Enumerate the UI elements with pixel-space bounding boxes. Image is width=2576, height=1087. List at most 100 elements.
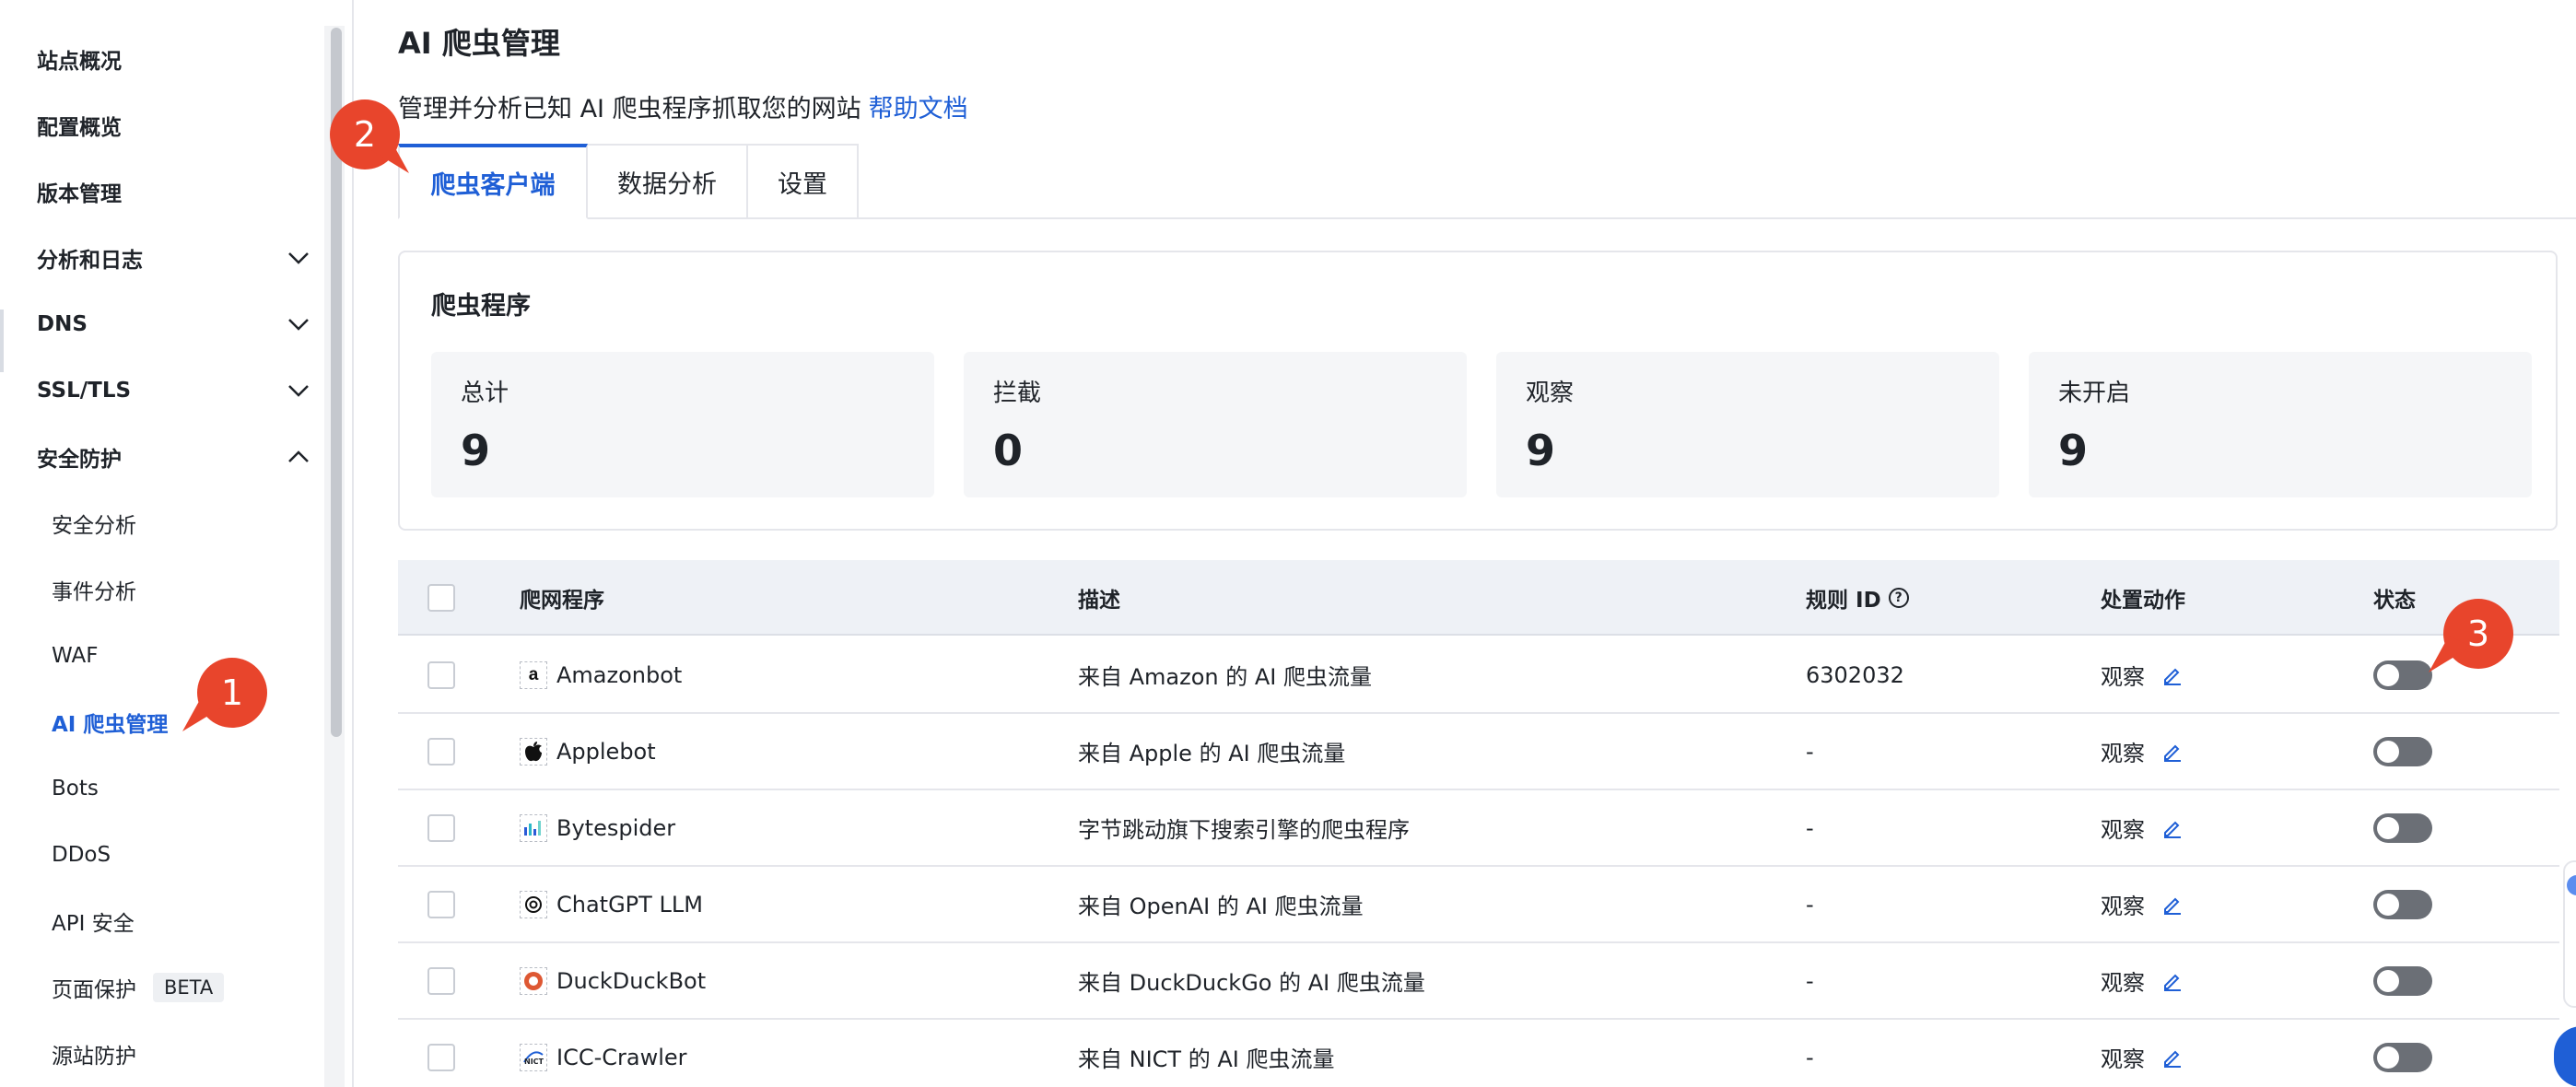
- column-header-label: 规则 ID: [1806, 589, 1881, 613]
- nict-icon: NICT: [520, 1043, 547, 1071]
- tab-settings[interactable]: 设置: [746, 144, 859, 219]
- sidebar-item-analytics-logs[interactable]: 分析和日志: [37, 232, 313, 284]
- row-select-cell: [427, 1020, 455, 1087]
- table-row[interactable]: ChatGPT LLM 来自 OpenAI 的 AI 爬虫流量 - 观察: [398, 867, 2559, 943]
- crawler-summary-card: 爬虫程序 总计 9 拦截 0 观察 9 未开启 9: [398, 251, 2558, 531]
- tab-data-analysis[interactable]: 数据分析: [586, 144, 748, 219]
- description-cell: 来自 DuckDuckGo 的 AI 爬虫流量: [1078, 970, 1425, 996]
- sidebar-item-label: DDoS: [52, 843, 111, 867]
- stat-total: 总计 9: [431, 352, 934, 497]
- edit-icon[interactable]: [2161, 894, 2184, 916]
- sidebar-subitem-waf[interactable]: WAF: [52, 630, 310, 682]
- status-cell: [2373, 637, 2432, 712]
- status-cell: [2373, 1020, 2432, 1087]
- action-label: 观察: [2101, 1046, 2145, 1072]
- row-select-cell: [427, 790, 455, 865]
- row-checkbox[interactable]: [427, 813, 455, 842]
- sidebar-subitem-security-analysis[interactable]: 安全分析: [52, 497, 310, 549]
- row-checkbox[interactable]: [427, 1043, 455, 1071]
- help-docs-link[interactable]: 帮助文档: [869, 95, 968, 123]
- description-cell: 字节跳动旗下搜索引擎的爬虫程序: [1078, 817, 1410, 843]
- chevron-down-icon: [284, 243, 313, 273]
- sidebar-item-label: 页面保护: [52, 978, 136, 1002]
- svg-text:NICT: NICT: [524, 1058, 544, 1066]
- sidebar-subitem-api-security[interactable]: API 安全: [52, 895, 310, 947]
- sidebar-item-ssl-tls[interactable]: SSL/TLS: [37, 365, 313, 416]
- status-toggle[interactable]: [2373, 812, 2432, 843]
- sidebar-item-security[interactable]: 安全防护: [37, 431, 313, 483]
- table-row[interactable]: NICT ICC-Crawler 来自 NICT 的 AI 爬虫流量 - 观察: [398, 1020, 2559, 1087]
- status-toggle[interactable]: [2373, 1042, 2432, 1072]
- edit-icon[interactable]: [2161, 741, 2184, 763]
- summary-title: 爬虫程序: [431, 292, 531, 321]
- page-description-text: 管理并分析已知 AI 爬虫程序抓取您的网站: [398, 95, 861, 123]
- row-select-cell: [427, 943, 455, 1018]
- table-row[interactable]: a Amazonbot 来自 Amazon 的 AI 爬虫流量 6302032 观察: [398, 637, 2559, 714]
- action-label: 观察: [2101, 741, 2145, 766]
- apple-icon: [520, 737, 547, 766]
- rule-id-cell: -: [1806, 1044, 1814, 1070]
- sidebar-item-label: 安全防护: [37, 448, 122, 472]
- crawler-cell: ChatGPT LLM: [520, 867, 703, 941]
- status-cell: [2373, 790, 2432, 865]
- sidebar-subitem-ai-crawler[interactable]: AI 爬虫管理: [52, 696, 310, 748]
- edit-icon[interactable]: [2161, 664, 2184, 686]
- row-checkbox[interactable]: [427, 890, 455, 918]
- edit-icon[interactable]: [2161, 1046, 2184, 1069]
- page-description: 管理并分析已知 AI 爬虫程序抓取您的网站 帮助文档: [398, 88, 968, 124]
- tab-crawler-clients[interactable]: 爬虫客户端: [398, 144, 588, 219]
- callout-badge-2: 2: [330, 99, 409, 173]
- crawler-name: ChatGPT LLM: [556, 891, 703, 918]
- sidebar-subitem-event-analysis[interactable]: 事件分析: [52, 564, 310, 615]
- question-circle-icon[interactable]: ?: [1888, 588, 1909, 608]
- duckduckgo-icon: [520, 966, 547, 995]
- stat-value: 9: [2058, 426, 2089, 475]
- sidebar-subitem-bots[interactable]: Bots: [52, 763, 310, 814]
- crawler-name: DuckDuckBot: [556, 967, 707, 994]
- callout-number: 1: [220, 672, 244, 713]
- crawler-name: Applebot: [556, 738, 656, 765]
- sidebar-item-site-overview[interactable]: 站点概况: [37, 33, 313, 85]
- sidebar-item-label: 站点概况: [37, 50, 122, 74]
- action-label: 观察: [2101, 664, 2145, 690]
- edit-icon[interactable]: [2161, 970, 2184, 992]
- table-row[interactable]: DuckDuckBot 来自 DuckDuckGo 的 AI 爬虫流量 - 观察: [398, 943, 2559, 1020]
- edit-icon[interactable]: [2161, 817, 2184, 839]
- callout-number: 3: [2466, 614, 2490, 654]
- select-all-checkbox[interactable]: [427, 584, 455, 612]
- sidebar: 站点概况 配置概览 版本管理 分析和日志 DNS SSL/TLS 安全防护 安全…: [0, 0, 324, 1087]
- status-toggle[interactable]: [2373, 889, 2432, 919]
- sidebar-item-label: AI 爬虫管理: [52, 713, 169, 737]
- table-row[interactable]: Applebot 来自 Apple 的 AI 爬虫流量 - 观察: [398, 714, 2559, 790]
- sidebar-item-config-overview[interactable]: 配置概览: [37, 99, 313, 151]
- action-label: 观察: [2101, 970, 2145, 996]
- row-checkbox[interactable]: [427, 737, 455, 766]
- description-cell: 来自 Amazon 的 AI 爬虫流量: [1078, 664, 1373, 690]
- row-checkbox[interactable]: [427, 966, 455, 995]
- sidebar-item-version-management[interactable]: 版本管理: [37, 166, 313, 217]
- status-toggle[interactable]: [2373, 660, 2432, 690]
- stat-not-enabled: 未开启 9: [2029, 352, 2532, 497]
- description-cell: 来自 OpenAI 的 AI 爬虫流量: [1078, 894, 1364, 919]
- table-row[interactable]: Bytespider 字节跳动旗下搜索引擎的爬虫程序 - 观察: [398, 790, 2559, 867]
- sidebar-subitem-ddos[interactable]: DDoS: [52, 829, 310, 881]
- tab-bar: 爬虫客户端 数据分析 设置: [398, 144, 2576, 219]
- rule-id-cell: 6302032: [1806, 661, 1904, 688]
- status-toggle[interactable]: [2373, 736, 2432, 766]
- sidebar-item-label: 事件分析: [52, 580, 136, 604]
- column-header-status: 状态: [2373, 589, 2416, 613]
- stat-label: 总计: [461, 380, 509, 407]
- row-checkbox[interactable]: [427, 660, 455, 689]
- sidebar-subitem-origin-protection[interactable]: 源站防护: [52, 1028, 310, 1080]
- crawler-cell: Applebot: [520, 714, 656, 789]
- sidebar-item-dns[interactable]: DNS: [37, 298, 313, 350]
- action-cell: 观察: [2101, 637, 2184, 712]
- sidebar-subitem-page-protection[interactable]: 页面保护 BETA: [52, 962, 310, 1013]
- callout-badge-3: 3: [2429, 599, 2513, 672]
- stat-value: 9: [1526, 426, 1556, 475]
- action-cell: 观察: [2101, 790, 2184, 865]
- crawler-cell: NICT ICC-Crawler: [520, 1020, 687, 1087]
- status-toggle[interactable]: [2373, 965, 2432, 996]
- sidebar-edge-indicator: [0, 310, 4, 372]
- sidebar-item-label: WAF: [52, 644, 99, 668]
